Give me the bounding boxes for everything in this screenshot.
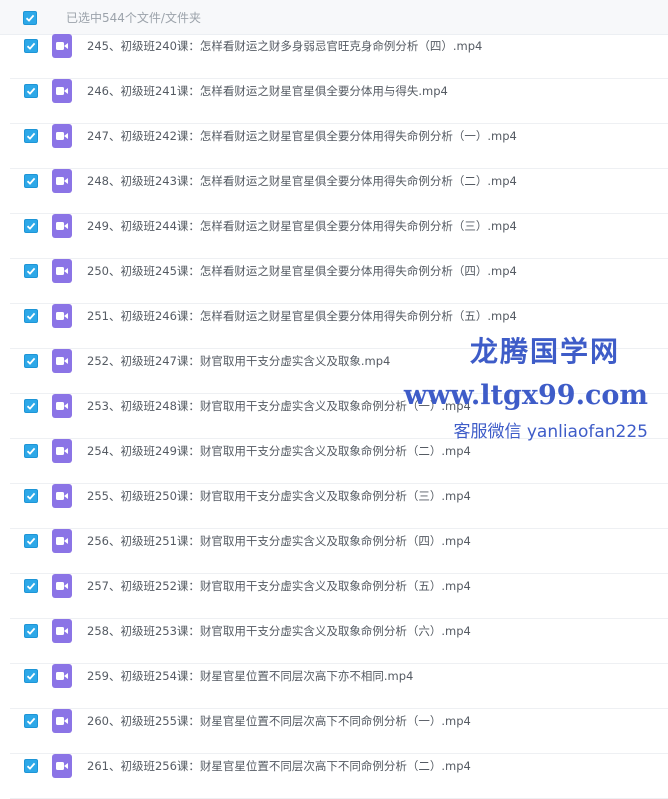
file-row[interactable]: 260、初级班255课：财星官星位置不同层次高下不同命例分析（一）.mp4 (0, 709, 668, 754)
file-name[interactable]: 258、初级班253课：财官取用干支分虚实含义及取象命例分析（六）.mp4 (87, 623, 471, 639)
file-row[interactable]: 251、初级班246课：怎样看财运之财星官星俱全要分体用得失命例分析（五）.mp… (0, 304, 668, 349)
checked-checkbox-icon[interactable] (24, 354, 38, 368)
file-name[interactable]: 253、初级班248课：财官取用干支分虚实含义及取象命例分析（一）.mp4 (87, 398, 471, 414)
video-file-icon (52, 124, 72, 148)
checked-checkbox-icon[interactable] (24, 714, 38, 728)
video-file-icon (52, 664, 72, 688)
file-row[interactable]: 257、初级班252课：财官取用干支分虚实含义及取象命例分析（五）.mp4 (0, 574, 668, 619)
file-row[interactable]: 256、初级班251课：财官取用干支分虚实含义及取象命例分析（四）.mp4 (0, 529, 668, 574)
file-row[interactable]: 259、初级班254课：财星官星位置不同层次高下亦不相同.mp4 (0, 664, 668, 709)
file-name[interactable]: 256、初级班251课：财官取用干支分虚实含义及取象命例分析（四）.mp4 (87, 533, 471, 549)
checked-checkbox-icon[interactable] (24, 444, 38, 458)
file-name[interactable]: 246、初级班241课：怎样看财运之财星官星俱全要分体用与得失.mp4 (87, 83, 448, 99)
file-name[interactable]: 261、初级班256课：财星官星位置不同层次高下不同命例分析（二）.mp4 (87, 758, 471, 774)
file-row[interactable]: 246、初级班241课：怎样看财运之财星官星俱全要分体用与得失.mp4 (0, 79, 668, 124)
file-row[interactable]: 254、初级班249课：财官取用干支分虚实含义及取象命例分析（二）.mp4 (0, 439, 668, 484)
video-file-icon (52, 169, 72, 193)
checked-checkbox-icon[interactable] (24, 579, 38, 593)
video-file-icon (52, 439, 72, 463)
file-name[interactable]: 248、初级班243课：怎样看财运之财星官星俱全要分体用得失命例分析（二）.mp… (87, 173, 517, 189)
file-name[interactable]: 257、初级班252课：财官取用干支分虚实含义及取象命例分析（五）.mp4 (87, 578, 471, 594)
video-file-icon (52, 79, 72, 103)
checked-checkbox-icon[interactable] (24, 759, 38, 773)
checked-checkbox-icon[interactable] (24, 174, 38, 188)
checked-checkbox-icon[interactable] (24, 84, 38, 98)
video-file-icon (52, 34, 72, 58)
checked-checkbox-icon[interactable] (24, 669, 38, 683)
file-name[interactable]: 255、初级班250课：财官取用干支分虚实含义及取象命例分析（三）.mp4 (87, 488, 471, 504)
checked-checkbox-icon[interactable] (24, 399, 38, 413)
checked-checkbox-icon[interactable] (24, 219, 38, 233)
file-list: 245、初级班240课：怎样看财运之财多身弱忌官旺克身命例分析（四）.mp4 24… (0, 34, 668, 799)
checked-checkbox-icon[interactable] (24, 534, 38, 548)
file-name[interactable]: 247、初级班242课：怎样看财运之财星官星俱全要分体用得失命例分析（一）.mp… (87, 128, 517, 144)
file-row[interactable]: 250、初级班245课：怎样看财运之财星官星俱全要分体用得失命例分析（四）.mp… (0, 259, 668, 304)
checked-checkbox-icon[interactable] (24, 129, 38, 143)
video-file-icon (52, 709, 72, 733)
selection-header: 已选中544个文件/文件夹 (0, 0, 668, 35)
video-file-icon (52, 574, 72, 598)
file-name[interactable]: 245、初级班240课：怎样看财运之财多身弱忌官旺克身命例分析（四）.mp4 (87, 38, 482, 54)
video-file-icon (52, 619, 72, 643)
file-name[interactable]: 249、初级班244课：怎样看财运之财星官星俱全要分体用得失命例分析（三）.mp… (87, 218, 517, 234)
file-row[interactable]: 258、初级班253课：财官取用干支分虚实含义及取象命例分析（六）.mp4 (0, 619, 668, 664)
checked-checkbox-icon[interactable] (24, 39, 38, 53)
video-file-icon (52, 754, 72, 778)
file-name[interactable]: 252、初级班247课：财官取用干支分虚实含义及取象.mp4 (87, 353, 390, 369)
checked-checkbox-icon[interactable] (24, 264, 38, 278)
select-all-checkbox[interactable] (23, 11, 37, 25)
file-row[interactable]: 249、初级班244课：怎样看财运之财星官星俱全要分体用得失命例分析（三）.mp… (0, 214, 668, 259)
file-row[interactable]: 248、初级班243课：怎样看财运之财星官星俱全要分体用得失命例分析（二）.mp… (0, 169, 668, 214)
video-file-icon (52, 304, 72, 328)
file-name[interactable]: 254、初级班249课：财官取用干支分虚实含义及取象命例分析（二）.mp4 (87, 443, 471, 459)
file-row[interactable]: 261、初级班256课：财星官星位置不同层次高下不同命例分析（二）.mp4 (0, 754, 668, 799)
video-file-icon (52, 394, 72, 418)
file-name[interactable]: 259、初级班254课：财星官星位置不同层次高下亦不相同.mp4 (87, 668, 413, 684)
file-row[interactable]: 253、初级班248课：财官取用干支分虚实含义及取象命例分析（一）.mp4 (0, 394, 668, 439)
checked-checkbox-icon[interactable] (24, 624, 38, 638)
checked-checkbox-icon[interactable] (24, 309, 38, 323)
checked-checkbox-icon[interactable] (24, 489, 38, 503)
file-row[interactable]: 255、初级班250课：财官取用干支分虚实含义及取象命例分析（三）.mp4 (0, 484, 668, 529)
video-file-icon (52, 349, 72, 373)
video-file-icon (52, 484, 72, 508)
file-row[interactable]: 245、初级班240课：怎样看财运之财多身弱忌官旺克身命例分析（四）.mp4 (0, 34, 668, 79)
video-file-icon (52, 529, 72, 553)
file-name[interactable]: 250、初级班245课：怎样看财运之财星官星俱全要分体用得失命例分析（四）.mp… (87, 263, 517, 279)
video-file-icon (52, 259, 72, 283)
file-row[interactable]: 252、初级班247课：财官取用干支分虚实含义及取象.mp4 (0, 349, 668, 394)
selected-count-label: 已选中544个文件/文件夹 (66, 11, 201, 25)
file-name[interactable]: 251、初级班246课：怎样看财运之财星官星俱全要分体用得失命例分析（五）.mp… (87, 308, 517, 324)
file-row[interactable]: 247、初级班242课：怎样看财运之财星官星俱全要分体用得失命例分析（一）.mp… (0, 124, 668, 169)
video-file-icon (52, 214, 72, 238)
file-name[interactable]: 260、初级班255课：财星官星位置不同层次高下不同命例分析（一）.mp4 (87, 713, 471, 729)
